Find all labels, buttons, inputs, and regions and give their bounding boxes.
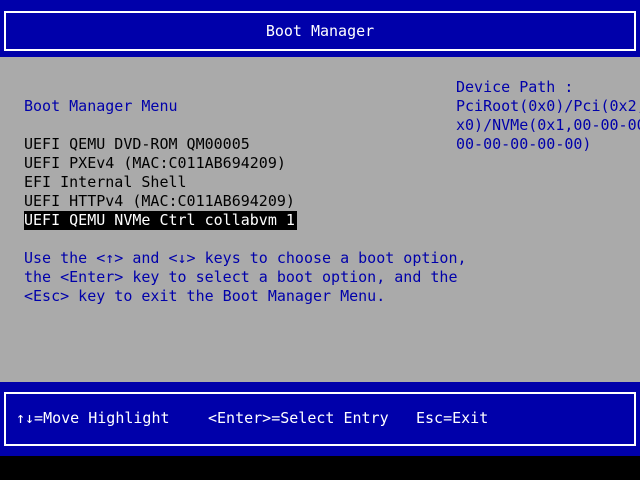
boot-option-dvd-rom[interactable]: UEFI QEMU DVD-ROM QM00005 <box>24 135 250 154</box>
device-path-line-2: x0)/NVMe(0x1,00-00-00- <box>456 116 640 134</box>
help-line-1: Use the <↑> and <↓> keys to choose a boo… <box>24 249 467 267</box>
footer-move-highlight: ↑↓=Move Highlight <box>16 409 170 427</box>
menu-title: Boot Manager Menu <box>24 97 178 115</box>
header-box: Boot Manager <box>4 11 636 51</box>
bottom-black-band <box>0 456 640 480</box>
boot-option-httpv4[interactable]: UEFI HTTPv4 (MAC:C011AB694209) <box>24 192 295 211</box>
footer-exit: Esc=Exit <box>416 409 489 427</box>
main-panel: Boot Manager Menu UEFI QEMU DVD-ROM QM00… <box>0 57 640 382</box>
page-title: Boot Manager <box>265 22 375 40</box>
help-line-3: <Esc> key to exit the Boot Manager Menu. <box>24 287 386 305</box>
footer-band: ↑↓=Move Highlight <Enter>=Select Entry E… <box>0 382 640 456</box>
boot-manager-screen: Boot Manager Boot Manager Menu UEFI QEMU… <box>0 0 640 480</box>
boot-option-internal-shell[interactable]: EFI Internal Shell <box>24 173 187 192</box>
footer-select-entry: <Enter>=Select Entry <box>208 409 389 427</box>
device-path-label: Device Path : <box>456 78 574 96</box>
boot-option-nvme-selected[interactable]: UEFI QEMU NVMe Ctrl collabvm 1 <box>24 211 297 230</box>
header-band: Boot Manager <box>0 0 640 57</box>
device-path-line-1: PciRoot(0x0)/Pci(0x2,0 <box>456 97 640 115</box>
boot-option-pxev4[interactable]: UEFI PXEv4 (MAC:C011AB694209) <box>24 154 286 173</box>
device-path-line-3: 00-00-00-00-00) <box>456 135 592 153</box>
help-line-2: the <Enter> key to select a boot option,… <box>24 268 458 286</box>
